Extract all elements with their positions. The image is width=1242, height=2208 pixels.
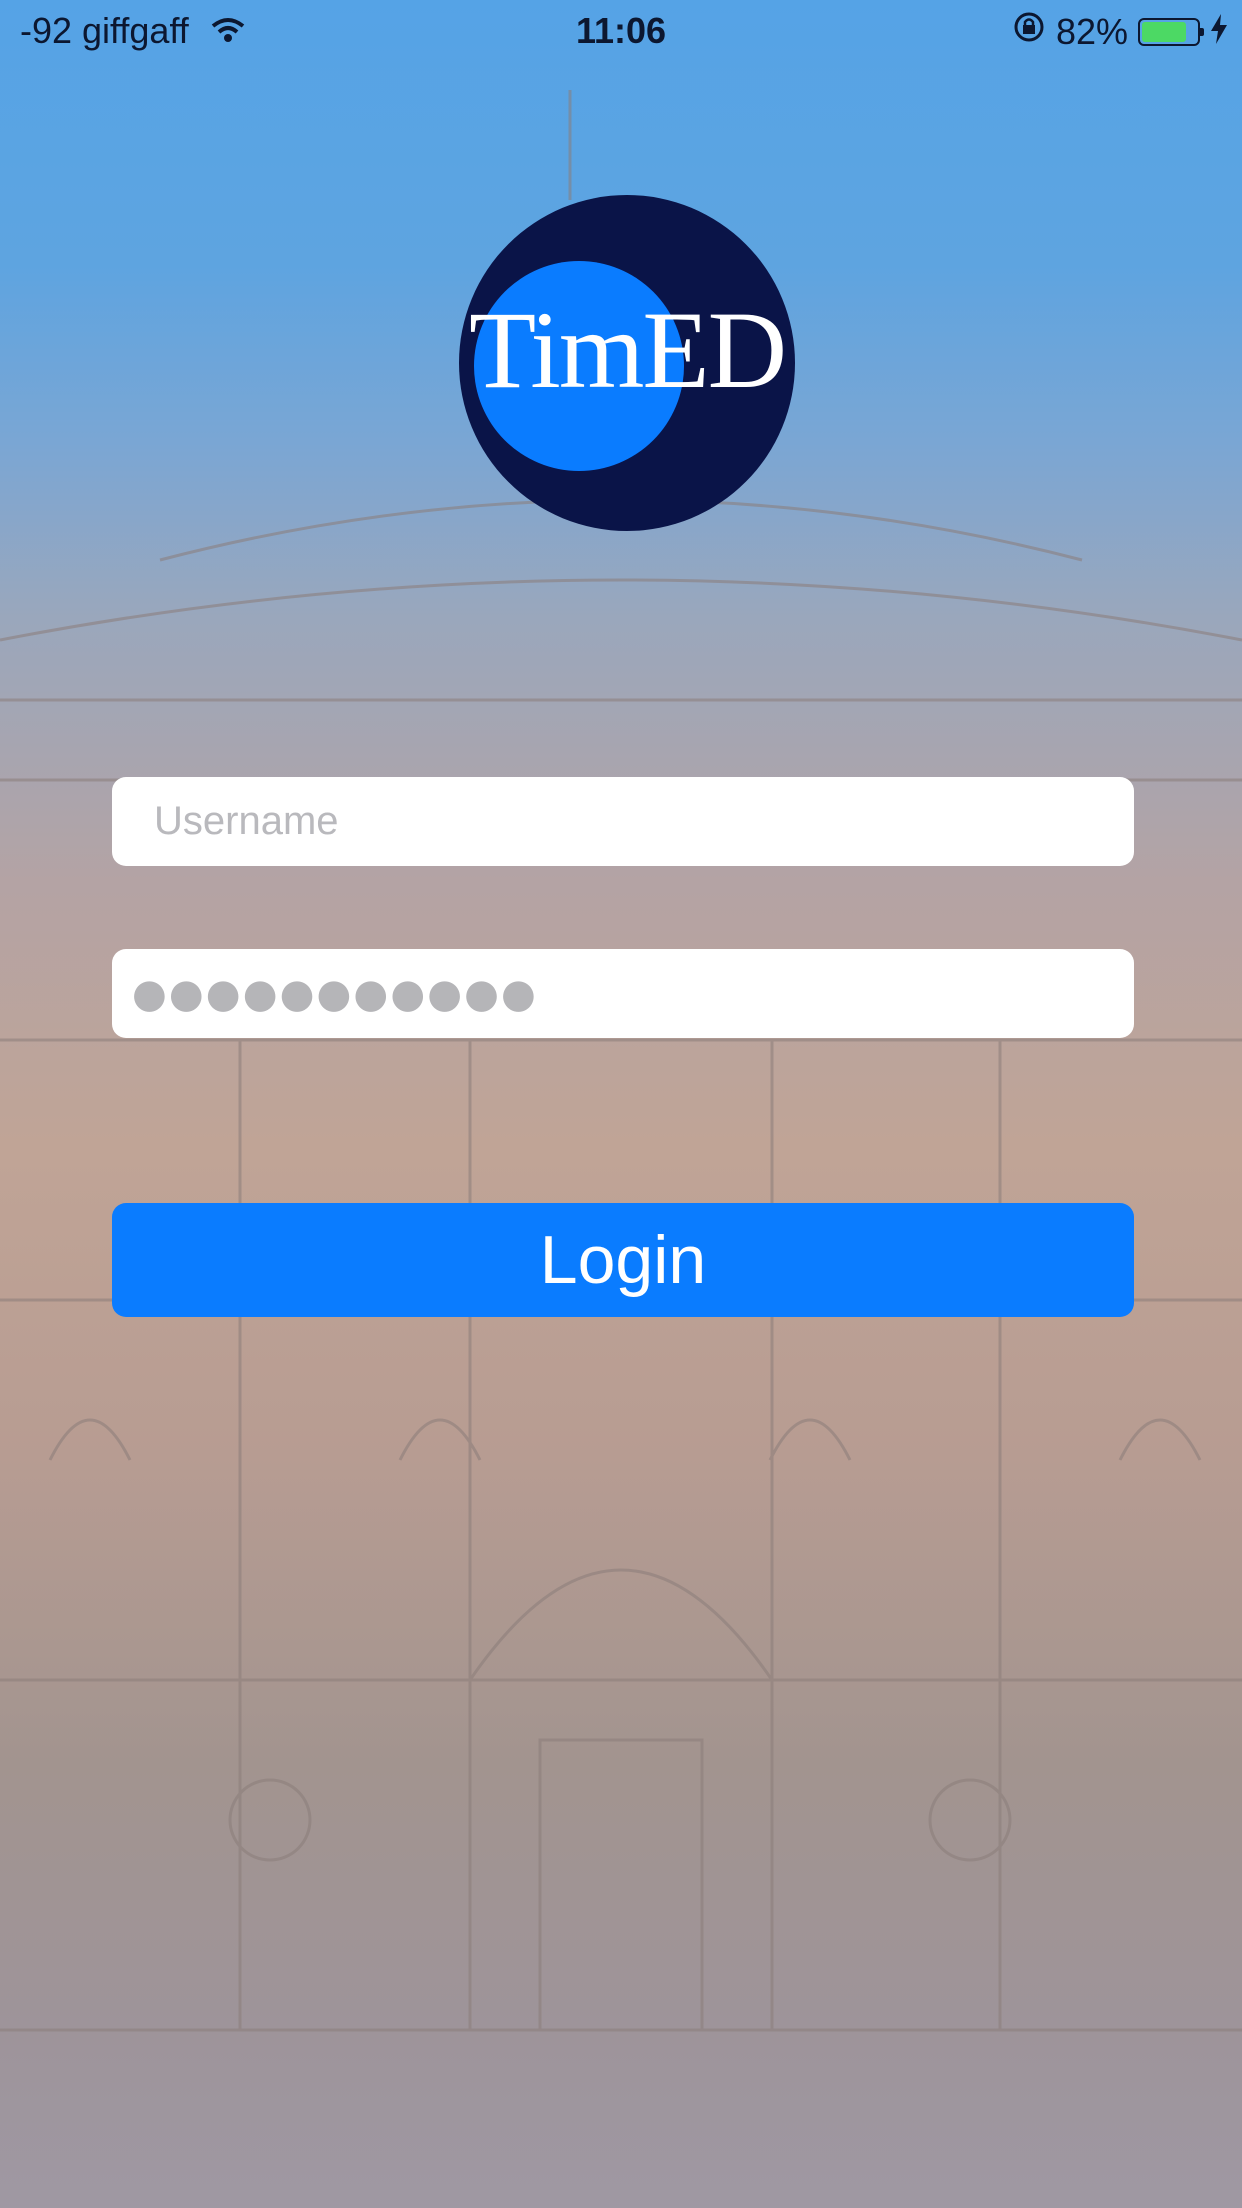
password-input[interactable]: ●●●●●●●●●●● <box>112 949 1134 1038</box>
login-button[interactable]: Login <box>112 1203 1134 1317</box>
battery-level <box>1142 21 1187 42</box>
battery-percent: 82% <box>1055 10 1128 52</box>
app-logo: TimED <box>459 195 795 531</box>
status-right: 82% <box>1012 10 1228 53</box>
charging-bolt-icon <box>1210 11 1228 53</box>
username-input[interactable] <box>112 777 1134 866</box>
logo-text: TimED <box>468 289 787 411</box>
battery-icon <box>1138 17 1204 46</box>
password-mask: ●●●●●●●●●●● <box>132 970 538 1017</box>
status-bar: -92 giffgaff 11:06 82% <box>0 0 1242 62</box>
rotation-lock-icon <box>1012 10 1046 53</box>
